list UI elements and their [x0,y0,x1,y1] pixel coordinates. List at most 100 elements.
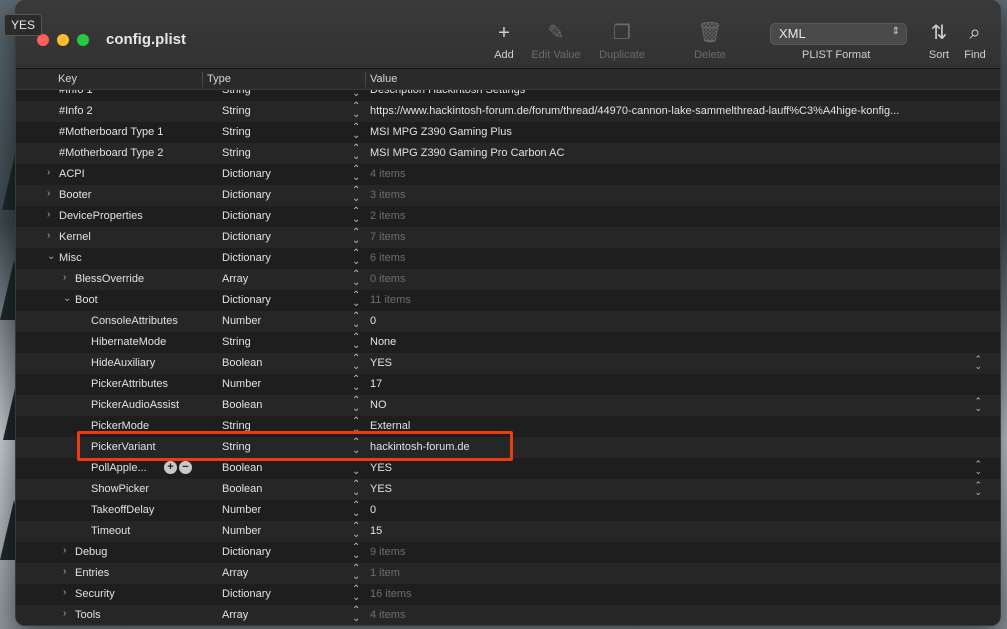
outline-row[interactable]: ⌄ Misc Dictionary ⌃ ⌄ 6 items [16,248,1000,269]
outline-row[interactable]: PickerVariant String ⌃ ⌄ hackintosh-forum.de [16,437,1000,458]
row-type[interactable]: Boolean [222,483,262,495]
boolean-popup-chevron-icon[interactable]: ⌃ ⌄ [974,397,982,413]
type-stepper-icon[interactable]: ⌃⌄ [352,90,360,99]
row-type[interactable]: Array [222,609,248,621]
row-value[interactable]: 0 [370,504,982,516]
row-value[interactable]: 2 items [370,210,982,222]
outline-row[interactable]: ⌄ Boot Dictionary ⌃ ⌄ 11 items [16,290,1000,311]
row-key[interactable]: Misc [59,252,82,264]
row-key[interactable]: Security [75,588,115,600]
outline-row[interactable]: #Info 1 String ⌃⌄ Description Hackintosh Se… [16,90,1000,101]
outline-row[interactable]: PickerMode String ⌃ ⌄ External [16,416,1000,437]
type-stepper-icon[interactable]: ⌃⌄ [352,291,360,309]
outline-row[interactable]: #Info 2 String ⌃ ⌄ https://www.hackintosh-fo… [16,101,1000,122]
outline-row[interactable]: TakeoffDelay Number ⌃ ⌄ 0 [16,500,1000,521]
row-value[interactable]: 3 items [370,189,982,201]
row-value[interactable]: None [370,336,982,348]
column-type-header[interactable]: Type [207,73,231,85]
row-value[interactable]: 0 items [370,273,982,285]
type-stepper-icon[interactable]: ⌃⌄ [352,270,360,288]
type-stepper-icon[interactable]: ⌃⌄ [352,186,360,204]
outline-row[interactable]: HibernateMode String ⌃ ⌄ None [16,332,1000,353]
type-stepper-icon[interactable]: ⌃⌄ [352,501,360,519]
row-value[interactable]: 0 [370,315,982,327]
disclosure-expanded-icon[interactable]: ⌄ [63,293,71,304]
row-value[interactable]: 4 items [370,168,982,180]
plist-format-select[interactable]: XML ⇕ [770,23,907,45]
row-type[interactable]: Dictionary [222,546,271,558]
boolean-popup-chevron-icon[interactable]: ⌃ ⌄ [974,481,982,497]
outline-row[interactable]: #Motherboard Type 1 String ⌃ ⌄ MSI MPG Z390 … [16,122,1000,143]
row-type[interactable]: Dictionary [222,294,271,306]
row-key[interactable]: PickerMode [91,420,149,432]
row-key[interactable]: HibernateMode [91,336,166,348]
row-type[interactable]: String [222,336,251,348]
row-key[interactable]: #Info 1 [59,90,93,96]
row-key[interactable]: ConsoleAttributes [91,315,178,327]
row-value[interactable]: 4 items [370,609,982,621]
disclosure-collapsed-icon[interactable]: › [63,587,66,598]
row-type[interactable]: Boolean [222,399,262,411]
row-type[interactable]: Boolean [222,357,262,369]
row-type[interactable]: Array [222,567,248,579]
outline-row[interactable]: › Booter Dictionary ⌃ ⌄ 3 items [16,185,1000,206]
row-type[interactable]: Dictionary [222,189,271,201]
row-value[interactable]: 1 item [370,567,982,579]
type-stepper-icon[interactable]: ⌃⌄ [352,417,360,435]
row-key[interactable]: BlessOverride [75,273,144,285]
type-stepper-icon[interactable]: ⌃⌄ [352,396,360,414]
type-stepper-icon[interactable]: ⌃⌄ [352,228,360,246]
boolean-popup-chevron-icon[interactable]: ⌃ ⌄ [974,460,982,476]
outline-row[interactable]: › ACPI Dictionary ⌃ ⌄ 4 items [16,164,1000,185]
sort-button[interactable]: ⇅ Sort [926,21,952,61]
row-key[interactable]: Booter [59,189,91,201]
type-stepper-icon[interactable]: ⌃⌄ [352,375,360,393]
row-key[interactable]: #Motherboard Type 1 [59,126,163,138]
column-value-header[interactable]: Value [370,73,397,85]
outline-row[interactable]: ConsoleAttributes Number ⌃ ⌄ 0 [16,311,1000,332]
type-stepper-icon[interactable]: ⌃⌄ [352,102,360,120]
type-stepper-icon[interactable]: ⌃⌄ [352,207,360,225]
minimize-window-button[interactable] [57,34,69,46]
row-type[interactable]: String [222,90,251,96]
type-stepper-icon[interactable]: ⌃⌄ [352,354,360,372]
type-stepper-icon[interactable]: ⌃⌄ [352,249,360,267]
type-stepper-icon[interactable]: ⌃⌄ [352,438,360,456]
row-key[interactable]: Boot [75,294,98,306]
find-button[interactable]: ⌕ Find [962,21,988,61]
row-type[interactable]: String [222,147,251,159]
type-stepper-icon[interactable]: ⌃⌄ [352,480,360,498]
row-key[interactable]: PickerAudioAssist [91,399,179,411]
row-value[interactable]: hackintosh-forum.de [370,441,982,453]
type-stepper-icon[interactable]: ⌃⌄ [352,312,360,330]
row-type[interactable]: Boolean [222,462,262,474]
row-value[interactable]: 6 items [370,252,982,264]
type-stepper-icon[interactable]: ⌃⌄ [352,144,360,162]
row-key[interactable]: #Motherboard Type 2 [59,147,163,159]
row-value[interactable]: YES [370,483,982,495]
row-key[interactable]: ShowPicker [91,483,149,495]
row-value[interactable]: MSI MPG Z390 Gaming Pro Carbon AC [370,147,982,159]
row-key[interactable]: DeviceProperties [59,210,143,222]
row-value[interactable]: https://www.hackintosh-forum.de/forum/th… [370,105,982,117]
type-stepper-icon[interactable]: ⌃⌄ [352,522,360,540]
disclosure-collapsed-icon[interactable]: › [47,209,50,220]
disclosure-collapsed-icon[interactable]: › [63,566,66,577]
duplicate-button[interactable]: ❐ Duplicate [596,21,648,61]
row-value[interactable]: 7 items [370,231,982,243]
type-stepper-icon[interactable]: ⌃⌄ [352,564,360,582]
row-type[interactable]: Dictionary [222,252,271,264]
outline-row[interactable]: PollApple... + − Boolean ⌃ ⌄ YES ⌃ ⌄ [16,458,1000,479]
outline-row[interactable]: › Entries Array ⌃ ⌄ 1 item [16,563,1000,584]
outline-row[interactable]: #Motherboard Type 2 String ⌃ ⌄ MSI MPG Z390 … [16,143,1000,164]
type-stepper-icon[interactable]: ⌃⌄ [352,123,360,141]
boolean-popup-chevron-icon[interactable]: ⌃ ⌄ [974,355,982,371]
row-key[interactable]: PickerVariant [91,441,156,453]
row-key[interactable]: Kernel [59,231,91,243]
outline-row[interactable]: Timeout Number ⌃ ⌄ 15 [16,521,1000,542]
row-key[interactable]: Tools [75,609,101,621]
row-value[interactable]: YES [370,462,982,474]
row-type[interactable]: Dictionary [222,588,271,600]
row-value[interactable]: YES [370,357,982,369]
zoom-window-button[interactable] [77,34,89,46]
